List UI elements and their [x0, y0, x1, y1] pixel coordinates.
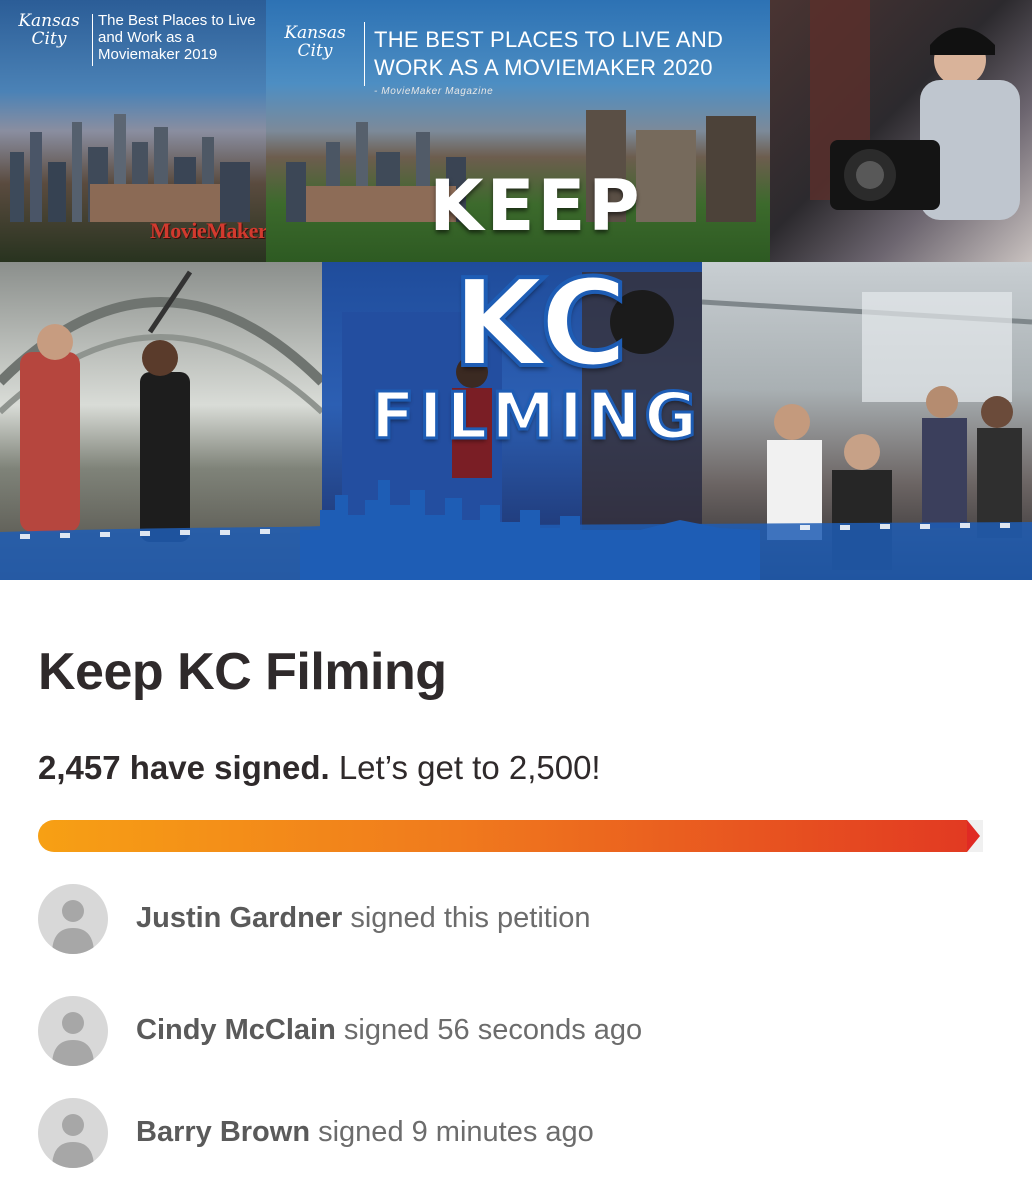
recent-signer: Cindy McClain signed 56 seconds ago [38, 996, 1018, 1066]
signature-progress-bar [38, 820, 996, 852]
kansas-city-logo: Kansas City [284, 23, 346, 61]
signer-name: Justin Gardner [136, 902, 343, 934]
signed-count-text: 2,457 have signed. [38, 749, 330, 786]
recent-signer: Barry Brown signed 9 minutes ago [38, 1098, 1018, 1168]
badge-2020-line-2: WORK AS A MOVIEMAKER 2020 [374, 55, 713, 80]
magazine-credit: - MovieMaker Magazine [374, 86, 494, 97]
progress-fill [38, 820, 967, 852]
progress-arrow-icon [967, 820, 980, 852]
petition-title: Keep KC Filming [38, 643, 447, 701]
signer-text: Justin Gardner signed this petition [136, 900, 591, 936]
signer-action: signed 9 minutes ago [318, 1116, 594, 1148]
headline-filming: FILMING [370, 380, 701, 454]
default-avatar-icon [38, 1098, 108, 1168]
signer-name: Cindy McClain [136, 1014, 336, 1046]
recent-signer: Justin Gardner signed this petition [38, 884, 1018, 954]
signer-action: signed this petition [350, 902, 591, 934]
headline-kc: KC [450, 255, 630, 394]
hero-image: Kansas City The Best Places to Live and W… [0, 0, 1032, 580]
headline-keep: KEEP [429, 165, 643, 247]
divider [92, 14, 93, 66]
skyline-silhouette-icon [10, 114, 250, 222]
goal-text: Let’s get to 2,500! [338, 749, 601, 786]
photo-kansas-city-skyline-2019: Kansas City The Best Places to Live and W… [0, 0, 266, 262]
default-avatar-icon [38, 884, 108, 954]
badge-2020-text: THE BEST PLACES TO LIVE AND WORK AS A MO… [374, 26, 764, 82]
signer-text: Barry Brown signed 9 minutes ago [136, 1114, 594, 1150]
signer-action: signed 56 seconds ago [343, 1014, 643, 1046]
film-strip-skyline-banner [0, 480, 1032, 580]
camera-operator-illustration [810, 0, 1020, 220]
signer-name: Barry Brown [136, 1116, 311, 1148]
default-avatar-icon [38, 996, 108, 1066]
signature-count: 2,457 have signed. Let’s get to 2,500! [38, 746, 601, 790]
badge-2020-line-1: THE BEST PLACES TO LIVE AND [374, 27, 724, 52]
divider [364, 22, 365, 86]
badge-2019-text: The Best Places to Live and Work as a Mo… [98, 12, 256, 63]
moviemaker-logo: MovieMaker [150, 218, 266, 243]
petition-page: Kansas City The Best Places to Live and W… [0, 0, 1032, 1200]
signer-text: Cindy McClain signed 56 seconds ago [136, 1012, 642, 1048]
photo-camera-operator [770, 0, 1032, 262]
kansas-city-logo: Kansas City [18, 11, 80, 49]
